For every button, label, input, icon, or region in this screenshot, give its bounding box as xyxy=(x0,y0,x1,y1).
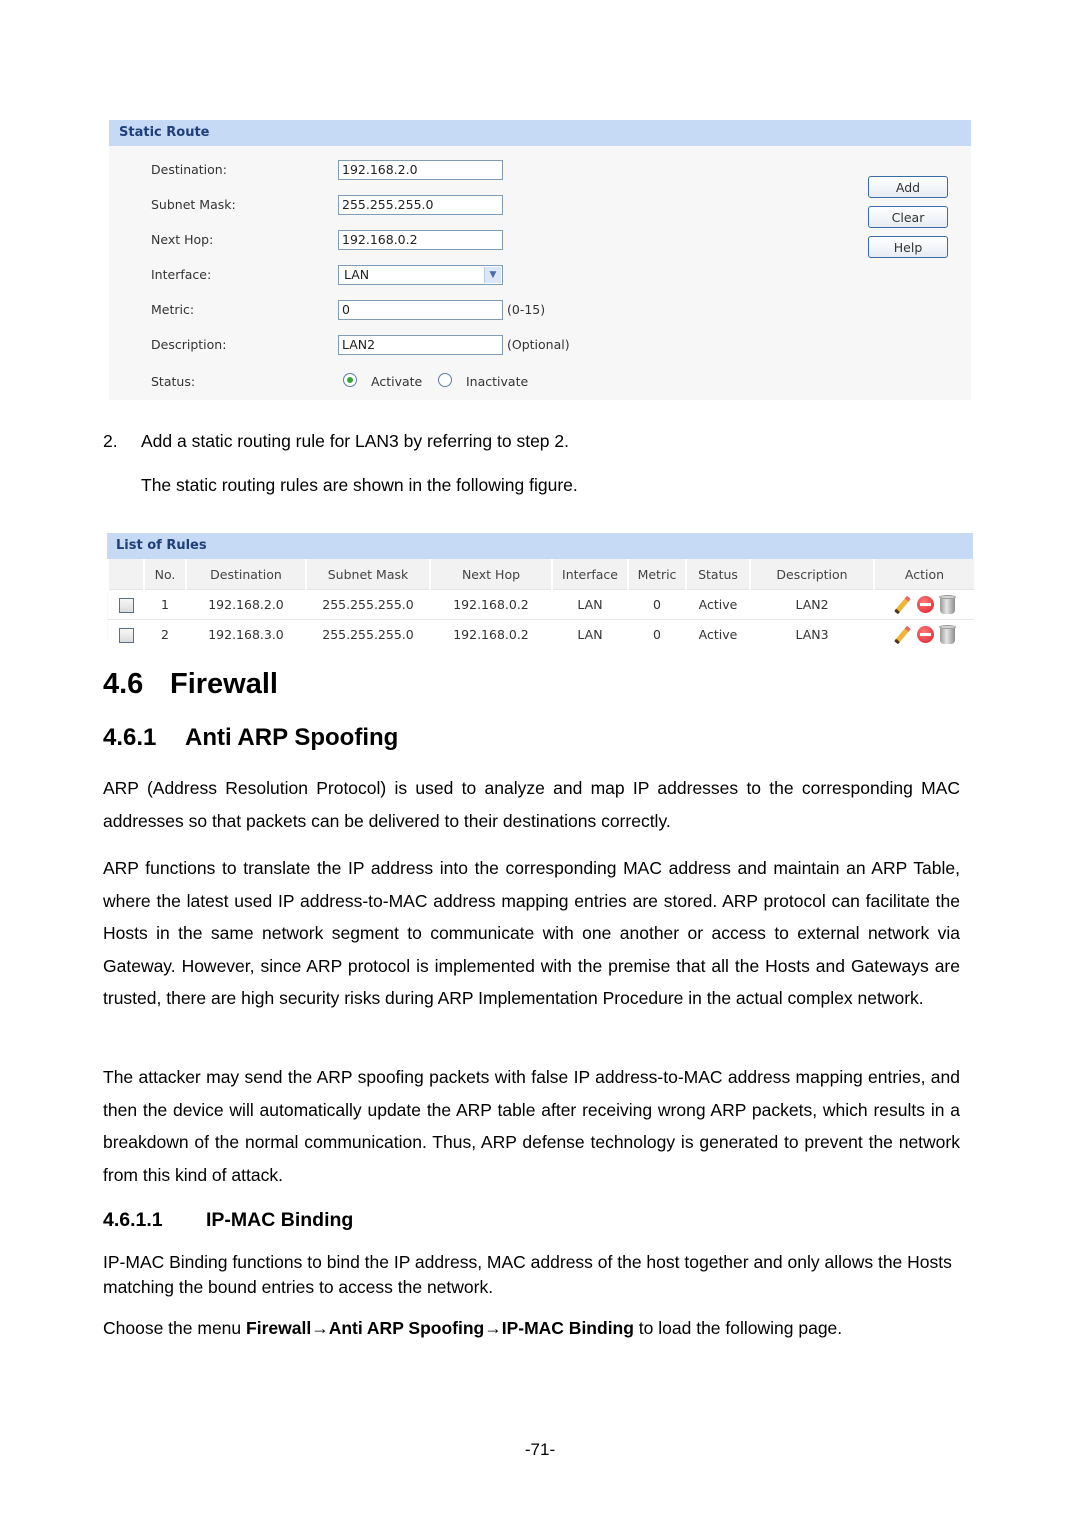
cell-description: LAN2 xyxy=(750,589,874,620)
subnet-mask-input[interactable]: 255.255.255.0 xyxy=(338,195,503,215)
delete-icon[interactable] xyxy=(939,624,956,644)
next-hop-label: Next Hop: xyxy=(151,232,214,247)
inactivate-label[interactable]: Inactivate xyxy=(466,374,528,389)
edit-icon[interactable] xyxy=(893,626,911,644)
edit-icon[interactable] xyxy=(893,596,911,614)
cell-no: 2 xyxy=(144,619,186,649)
help-button[interactable]: Help xyxy=(868,236,948,258)
menu-instruction: Choose the menu Firewall→Anti ARP Spoofi… xyxy=(103,1312,983,1345)
cell-subnet-mask: 255.255.255.0 xyxy=(306,619,430,649)
add-button[interactable]: Add xyxy=(868,176,948,198)
menu-path-anti-arp: Anti ARP Spoofing xyxy=(328,1318,485,1338)
metric-input[interactable]: 0 xyxy=(338,300,503,320)
subsection-number: 4.6.1 xyxy=(103,724,157,751)
row-checkbox[interactable] xyxy=(118,627,134,643)
col-select xyxy=(107,559,144,590)
cell-next-hop: 192.168.0.2 xyxy=(430,589,552,620)
next-hop-input[interactable]: 192.168.0.2 xyxy=(338,230,503,250)
cell-metric: 0 xyxy=(628,589,686,620)
cell-action xyxy=(874,589,974,620)
menu-path-firewall: Firewall xyxy=(246,1318,312,1338)
disable-icon[interactable] xyxy=(917,596,934,613)
clear-button[interactable]: Clear xyxy=(868,206,948,228)
page-number: -71- xyxy=(524,1440,556,1459)
interface-label: Interface: xyxy=(151,267,212,282)
section-number: 4.6 xyxy=(103,668,144,700)
col-subnet-mask: Subnet Mask xyxy=(305,559,430,590)
cell-subnet-mask: 255.255.255.0 xyxy=(306,589,430,620)
activate-radio[interactable] xyxy=(343,373,357,387)
cell-destination: 192.168.3.0 xyxy=(186,619,306,649)
col-no: No. xyxy=(143,559,186,590)
section-heading: 4.6 Firewall xyxy=(103,668,278,701)
cell-no: 1 xyxy=(144,589,186,620)
rules-list-title: List of Rules xyxy=(107,533,973,559)
status-row: Status: Activate Inactivate xyxy=(151,372,651,394)
description-hint: (Optional) xyxy=(507,337,570,352)
cell-action xyxy=(874,619,974,649)
chevron-down-icon[interactable]: ▼ xyxy=(484,267,501,283)
cell-status: Active xyxy=(686,619,750,649)
cell-status: Active xyxy=(686,589,750,620)
paragraph-arp-intro: ARP (Address Resolution Protocol) is use… xyxy=(103,778,960,831)
step-2: 2. Add a static routing rule for LAN3 by … xyxy=(103,425,569,458)
paragraph-ipmac: IP-MAC Binding functions to bind the IP … xyxy=(103,1252,952,1297)
col-action: Action xyxy=(873,559,974,590)
row-checkbox[interactable] xyxy=(118,597,134,613)
activate-label[interactable]: Activate xyxy=(371,374,422,389)
status-label: Status: xyxy=(151,374,196,389)
cell-metric: 0 xyxy=(628,619,686,649)
step-number: 2. xyxy=(103,431,118,451)
subsection-title: Anti ARP Spoofing xyxy=(185,724,399,751)
table-row: 2 192.168.3.0 255.255.255.0 192.168.0.2 … xyxy=(108,619,974,649)
cell-interface: LAN xyxy=(552,619,628,649)
rules-table: No. Destination Subnet Mask Next Hop Int… xyxy=(107,559,974,649)
paragraph-arp-function: ARP functions to translate the IP addres… xyxy=(103,858,960,1008)
subsection-heading: 4.6.1 Anti ARP Spoofing xyxy=(103,724,398,752)
menu-prefix: Choose the menu xyxy=(103,1318,247,1338)
inactivate-radio[interactable] xyxy=(438,373,452,387)
destination-label: Destination: xyxy=(151,162,227,177)
step-text: Add a static routing rule for LAN3 by re… xyxy=(141,431,569,451)
description-input[interactable]: LAN2 xyxy=(338,335,503,355)
col-metric: Metric xyxy=(627,559,686,590)
interface-select[interactable]: LAN ▼ xyxy=(338,265,503,285)
static-route-panel: Static Route Destination: 192.168.2.0 Su… xyxy=(109,120,971,400)
delete-icon[interactable] xyxy=(939,594,956,614)
paragraph-arp-attack: The attacker may send the ARP spoofing p… xyxy=(103,1067,960,1185)
metric-label: Metric: xyxy=(151,302,195,317)
cell-destination: 192.168.2.0 xyxy=(186,589,306,620)
cell-interface: LAN xyxy=(552,589,628,620)
table-header-row: No. Destination Subnet Mask Next Hop Int… xyxy=(107,559,974,590)
subnet-mask-label: Subnet Mask: xyxy=(151,197,236,212)
col-interface: Interface xyxy=(551,559,628,590)
menu-suffix: to load the following page. xyxy=(633,1318,843,1338)
subsubsection-heading: 4.6.1.1 IP-MAC Binding xyxy=(103,1209,353,1232)
menu-path-ipmac: IP-MAC Binding xyxy=(501,1318,634,1338)
subsubsection-number: 4.6.1.1 xyxy=(103,1209,163,1231)
metric-hint: (0-15) xyxy=(507,302,546,317)
arrow-icon: → xyxy=(311,1318,329,1338)
destination-input[interactable]: 192.168.2.0 xyxy=(338,160,503,180)
cell-description: LAN3 xyxy=(750,619,874,649)
section-title: Firewall xyxy=(170,668,278,700)
table-row: 1 192.168.2.0 255.255.255.0 192.168.0.2 … xyxy=(108,589,974,620)
cell-next-hop: 192.168.0.2 xyxy=(430,619,552,649)
figure-caption: The static routing rules are shown in th… xyxy=(141,475,578,495)
rules-list-panel: List of Rules No. Destination Subnet Mas… xyxy=(107,533,974,649)
static-route-title: Static Route xyxy=(109,120,971,146)
subsubsection-title: IP-MAC Binding xyxy=(206,1209,354,1231)
col-status: Status xyxy=(685,559,750,590)
col-destination: Destination xyxy=(185,559,306,590)
disable-icon[interactable] xyxy=(917,626,934,643)
col-next-hop: Next Hop xyxy=(429,559,552,590)
description-label: Description: xyxy=(151,337,227,352)
col-description: Description xyxy=(749,559,874,590)
arrow-icon: → xyxy=(484,1318,502,1338)
interface-selected-value: LAN xyxy=(344,267,370,282)
